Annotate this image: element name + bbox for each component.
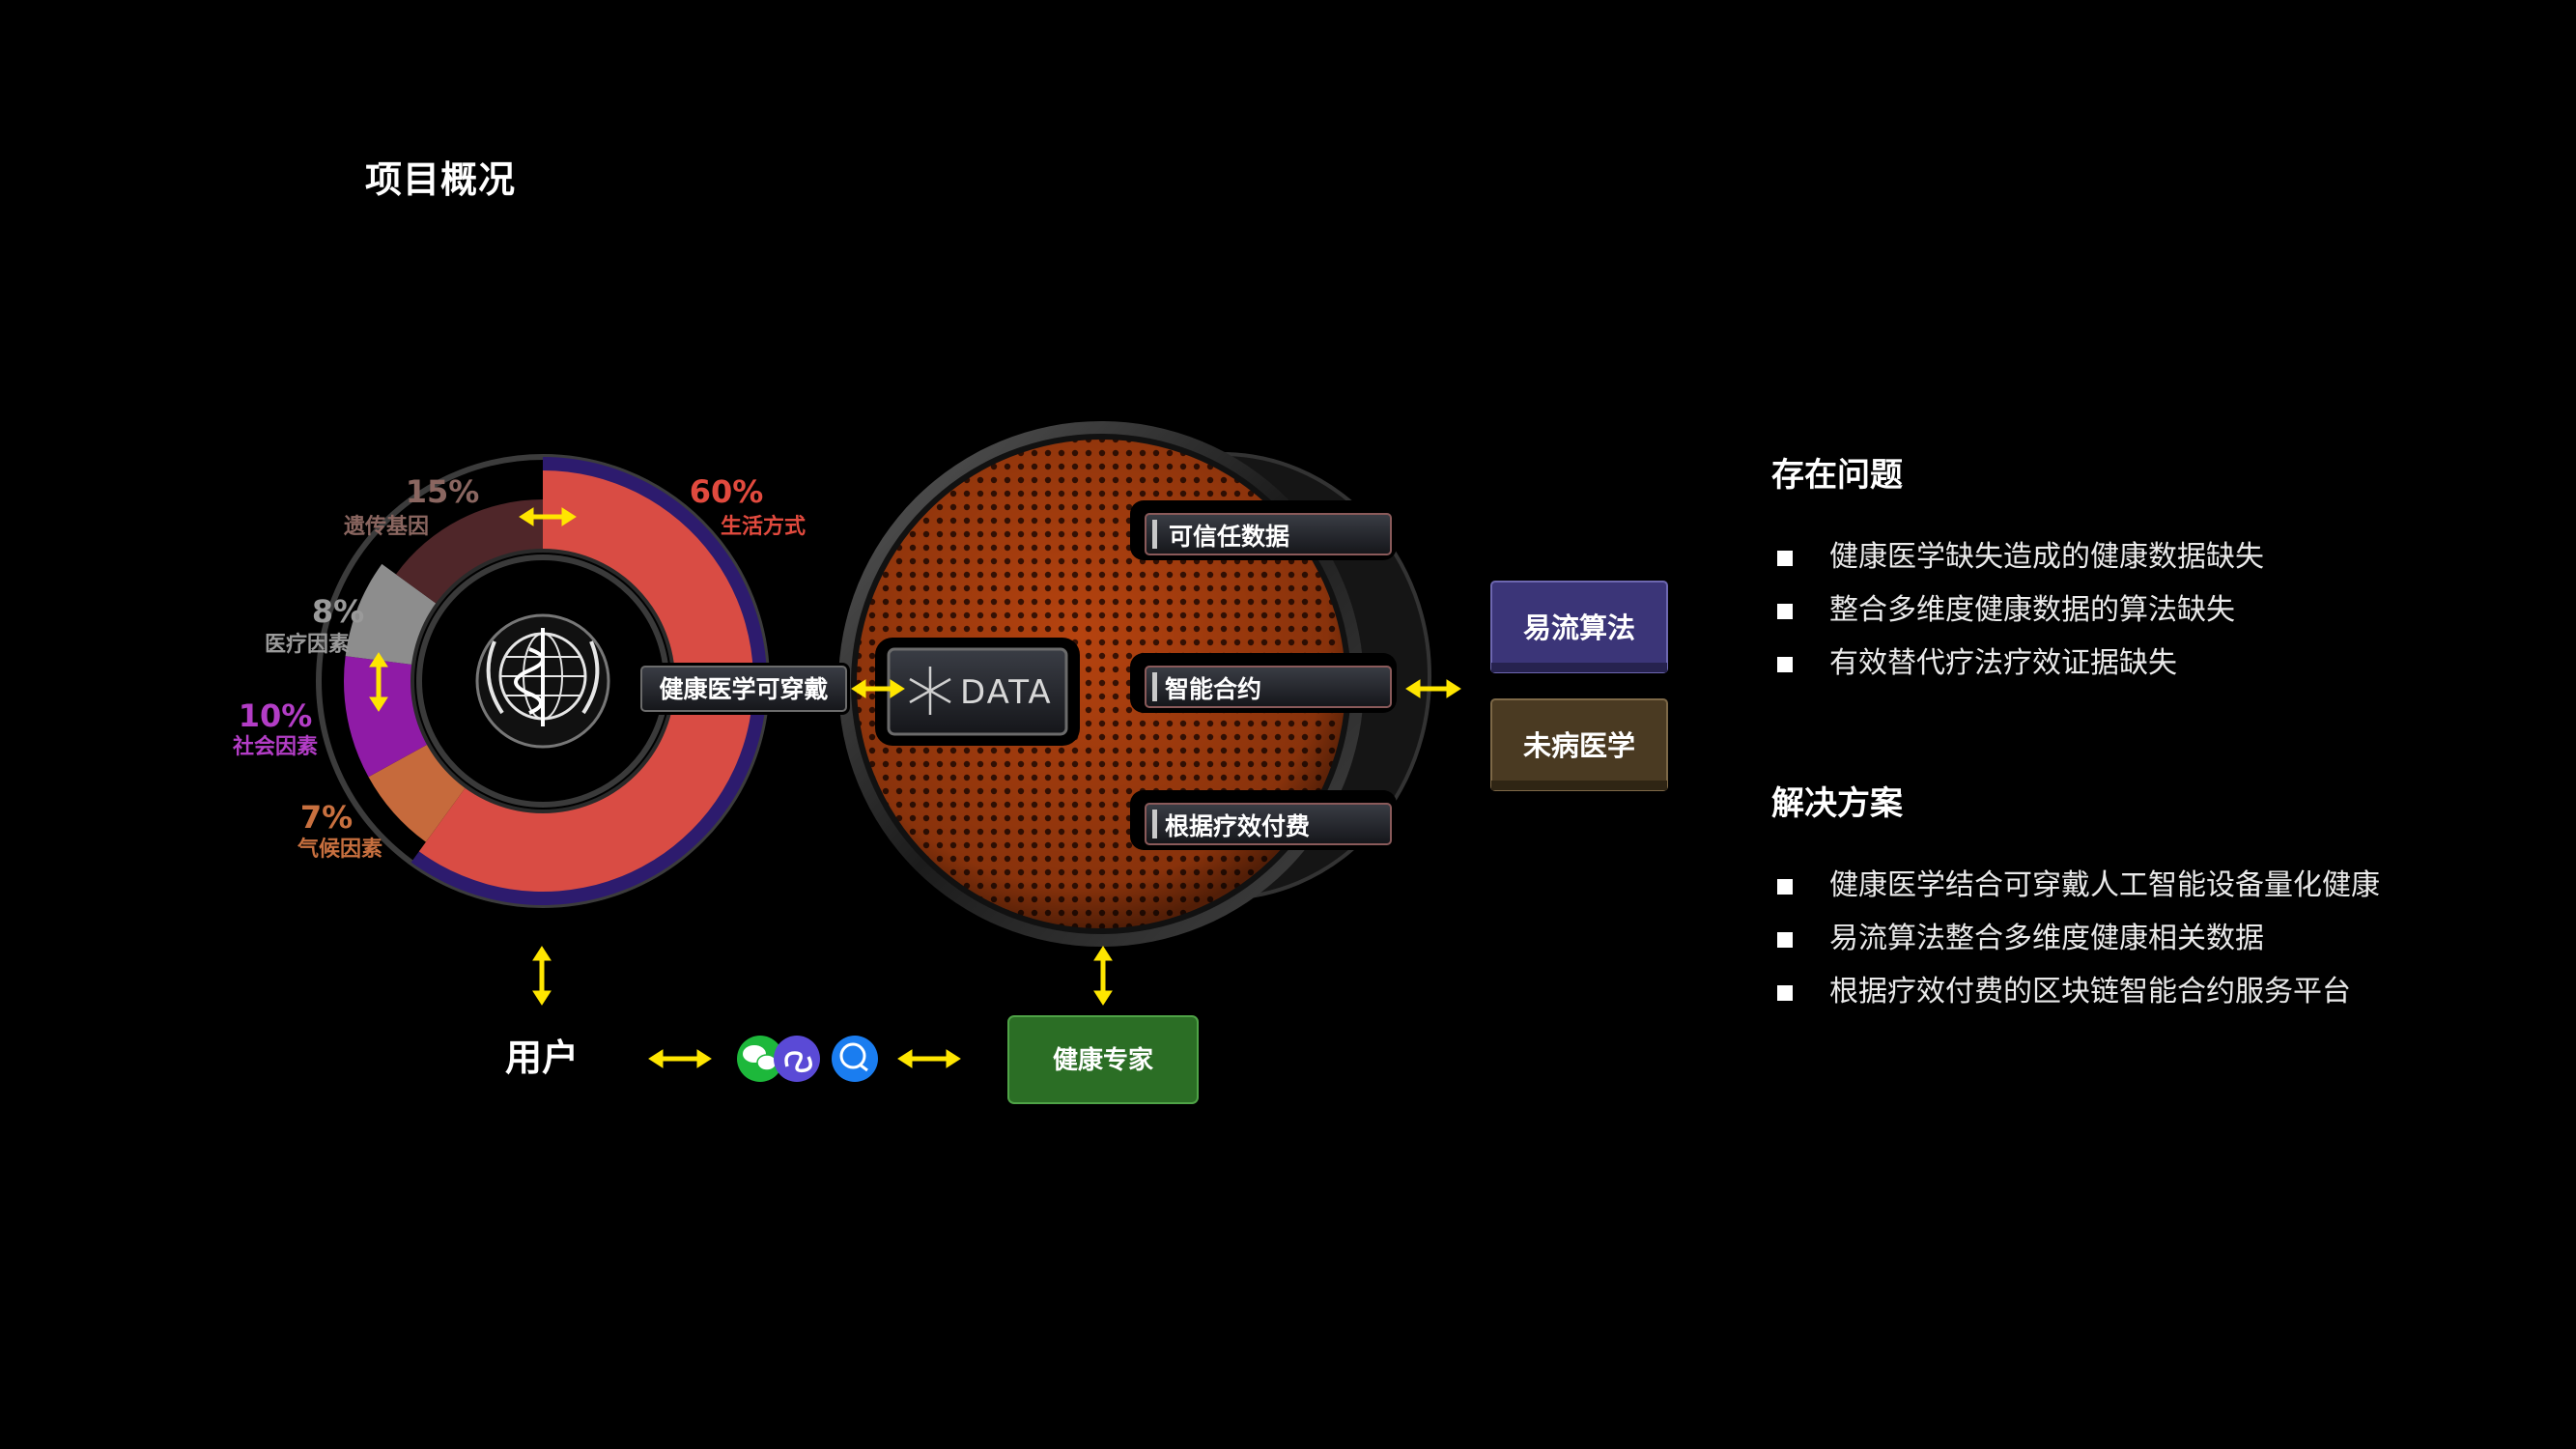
solutions-section: 解决方案 健康医学结合可穿戴人工智能设备量化健康 易流算法整合多维度健康相关数据… <box>1771 777 2380 1026</box>
factor-label-medical: 医疗因素 <box>265 632 350 657</box>
factor-pct-genetics: 15% <box>406 473 480 510</box>
chat-app-icon <box>832 1036 878 1082</box>
svg-text:根据疗效付费: 根据疗效付费 <box>1165 812 1310 840</box>
factor-pct-lifestyle: 60% <box>690 473 764 510</box>
svg-text:健康专家: 健康专家 <box>1053 1045 1153 1075</box>
factor-label-genetics: 遗传基因 <box>343 515 429 539</box>
list-item: 健康医学结合可穿戴人工智能设备量化健康 <box>1771 867 2380 920</box>
list-item: 整合多维度健康数据的算法缺失 <box>1771 591 2264 644</box>
user-label: 用户 <box>505 1037 579 1079</box>
svg-text:智能合约: 智能合约 <box>1165 675 1261 703</box>
solutions-list: 健康医学结合可穿戴人工智能设备量化健康 易流算法整合多维度健康相关数据 根据疗效… <box>1771 867 2380 1026</box>
list-item: 易流算法整合多维度健康相关数据 <box>1771 920 2380 973</box>
arrow-sphere-expert <box>1093 946 1113 1006</box>
factor-label-climate: 气候因素 <box>297 837 382 862</box>
arrow-apps-expert <box>897 1049 961 1068</box>
health-expert-box: 健康专家 <box>1007 1015 1199 1104</box>
sphere-item-pay-by-efficacy: 根据疗效付费 <box>1130 790 1397 850</box>
svg-text:可信任数据: 可信任数据 <box>1169 523 1289 551</box>
sphere-item-smart-contract: 智能合约 <box>1130 653 1397 713</box>
solutions-heading: 解决方案 <box>1771 784 1903 823</box>
arrow-donut-user <box>532 946 552 1006</box>
arrow-user-apps <box>648 1049 712 1068</box>
list-item: 根据疗效付费的区块链智能合约服务平台 <box>1771 973 2380 1026</box>
svg-text:易流算法: 易流算法 <box>1523 611 1635 644</box>
data-core-box: DATA <box>875 638 1080 746</box>
factor-pct-social: 10% <box>239 697 313 734</box>
problems-list: 健康医学缺失造成的健康数据缺失 整合多维度健康数据的算法缺失 有效替代疗法疗效证… <box>1771 538 2264 697</box>
project-diagram: 15% 遗传基因 60% 生活方式 8% 医疗因素 10% 社会因素 7% 气候… <box>233 421 1671 1104</box>
mini-program-icon <box>774 1036 820 1082</box>
list-item: 有效替代疗法疗效证据缺失 <box>1771 644 2264 697</box>
algorithm-box: 易流算法 <box>1487 578 1671 676</box>
factor-label-lifestyle: 生活方式 <box>721 514 806 539</box>
svg-text:DATA: DATA <box>960 673 1053 712</box>
sphere-item-trusted-data: 可信任数据 <box>1130 500 1397 560</box>
who-logo-icon <box>475 613 610 749</box>
factor-label-social: 社会因素 <box>233 734 318 759</box>
svg-text:未病医学: 未病医学 <box>1523 729 1635 762</box>
svg-text:健康医学可穿戴: 健康医学可穿戴 <box>659 675 828 703</box>
preventive-medicine-box: 未病医学 <box>1487 696 1671 794</box>
problems-section: 存在问题 健康医学缺失造成的健康数据缺失 整合多维度健康数据的算法缺失 有效替代… <box>1771 448 2264 697</box>
wearable-label: 健康医学可穿戴 <box>637 663 850 715</box>
factor-pct-medical: 8% <box>312 593 364 630</box>
factor-pct-climate: 7% <box>300 799 353 836</box>
list-item: 健康医学缺失造成的健康数据缺失 <box>1771 538 2264 591</box>
problems-heading: 存在问题 <box>1771 456 1903 495</box>
